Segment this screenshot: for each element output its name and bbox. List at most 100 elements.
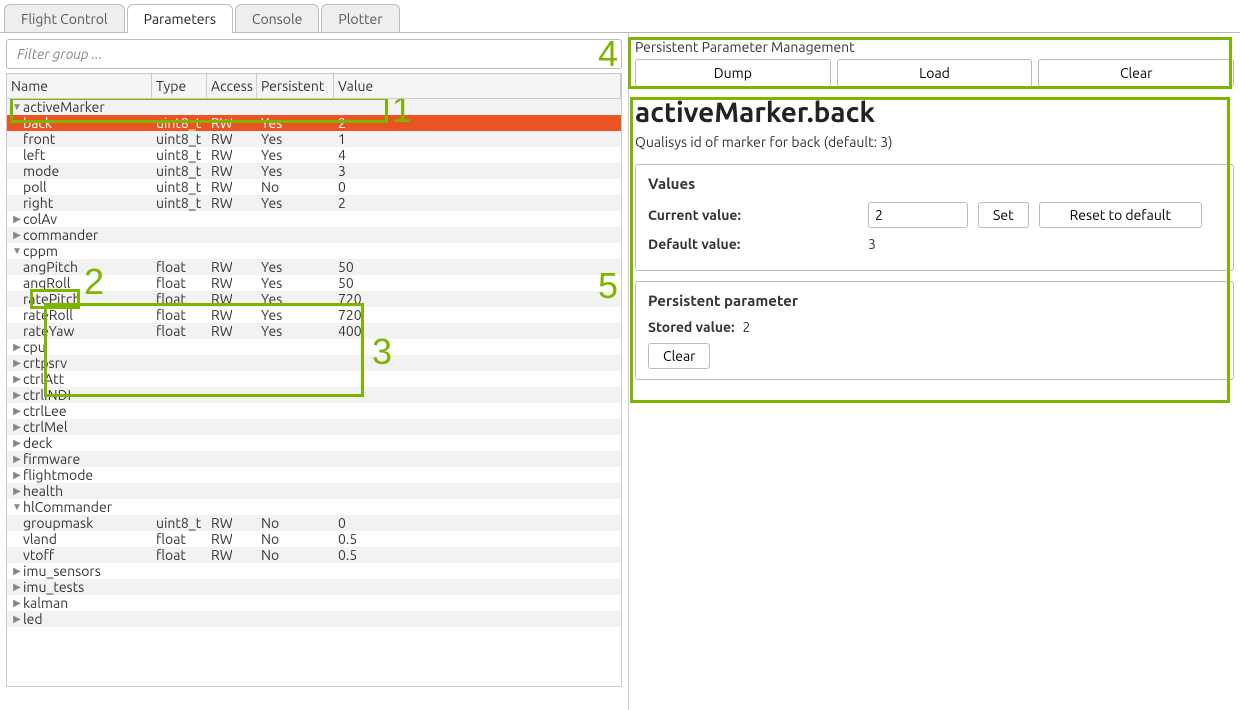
col-value[interactable]: Value bbox=[334, 74, 621, 98]
chevron-down-icon[interactable]: ▼ bbox=[11, 501, 23, 513]
chevron-right-icon[interactable]: ▶ bbox=[11, 229, 23, 241]
tree-group-row[interactable]: ▶flightmode bbox=[7, 467, 621, 483]
tree-group-row[interactable]: ▶deck bbox=[7, 435, 621, 451]
row-type: uint8_t bbox=[152, 131, 207, 147]
tree-group-row[interactable]: ▶commander bbox=[7, 227, 621, 243]
chevron-right-icon[interactable]: ▶ bbox=[11, 341, 23, 353]
row-value: 0 bbox=[334, 179, 621, 195]
row-name: kalman bbox=[23, 595, 68, 611]
tree-group-row[interactable]: ▶cpu bbox=[7, 339, 621, 355]
col-type[interactable]: Type bbox=[152, 74, 207, 98]
row-name: angRoll bbox=[23, 275, 70, 291]
row-name: colAv bbox=[23, 211, 57, 227]
tree-param-row[interactable]: vtofffloatRWNo0.5 bbox=[7, 547, 621, 563]
tab-parameters[interactable]: Parameters bbox=[127, 4, 233, 33]
col-access[interactable]: Access bbox=[207, 74, 257, 98]
tree-group-row[interactable]: ▼cppm bbox=[7, 243, 621, 259]
row-persistent: Yes bbox=[257, 307, 334, 323]
tree-group-row[interactable]: ▼hlCommander bbox=[7, 499, 621, 515]
row-type: float bbox=[152, 547, 207, 563]
chevron-right-icon[interactable]: ▶ bbox=[11, 469, 23, 481]
row-name: led bbox=[23, 611, 43, 627]
chevron-down-icon[interactable]: ▼ bbox=[11, 101, 23, 113]
tree-group-row[interactable]: ▶led bbox=[7, 611, 621, 627]
current-value-label: Current value: bbox=[648, 207, 778, 223]
tree-group-row[interactable]: ▶kalman bbox=[7, 595, 621, 611]
tree-param-row[interactable]: angPitchfloatRWYes50 bbox=[7, 259, 621, 275]
tree-group-row[interactable]: ▶ctrlINDI bbox=[7, 387, 621, 403]
row-access: RW bbox=[207, 291, 257, 307]
chevron-right-icon[interactable]: ▶ bbox=[11, 389, 23, 401]
tree-param-row[interactable]: polluint8_tRWNo0 bbox=[7, 179, 621, 195]
tree-param-row[interactable]: rateYawfloatRWYes400 bbox=[7, 323, 621, 339]
row-value: 1 bbox=[334, 131, 621, 147]
tree-param-row[interactable]: backuint8_tRWYes2 bbox=[7, 115, 621, 131]
chevron-right-icon[interactable]: ▶ bbox=[11, 373, 23, 385]
reset-button[interactable]: Reset to default bbox=[1039, 202, 1202, 228]
row-access: RW bbox=[207, 195, 257, 211]
row-access: RW bbox=[207, 115, 257, 131]
dump-button[interactable]: Dump bbox=[635, 59, 831, 87]
row-value: 0.5 bbox=[334, 547, 621, 563]
row-type: float bbox=[152, 323, 207, 339]
row-access: RW bbox=[207, 179, 257, 195]
tree-param-row[interactable]: rateRollfloatRWYes720 bbox=[7, 307, 621, 323]
chevron-right-icon[interactable]: ▶ bbox=[11, 437, 23, 449]
tree-param-row[interactable]: modeuint8_tRWYes3 bbox=[7, 163, 621, 179]
clear-stored-button[interactable]: Clear bbox=[648, 343, 710, 369]
chevron-right-icon[interactable]: ▶ bbox=[11, 565, 23, 577]
tab-console[interactable]: Console bbox=[235, 4, 319, 33]
row-type: float bbox=[152, 307, 207, 323]
tree-param-row[interactable]: vlandfloatRWNo0.5 bbox=[7, 531, 621, 547]
tree-group-row[interactable]: ▶imu_sensors bbox=[7, 563, 621, 579]
tab-plotter[interactable]: Plotter bbox=[321, 4, 399, 33]
chevron-down-icon[interactable]: ▼ bbox=[11, 245, 23, 257]
row-type: uint8_t bbox=[152, 163, 207, 179]
row-name: vtoff bbox=[23, 547, 54, 563]
row-name: deck bbox=[23, 435, 53, 451]
tree-group-row[interactable]: ▼activeMarker bbox=[7, 99, 621, 115]
tree-group-row[interactable]: ▶ctrlLee bbox=[7, 403, 621, 419]
tree-param-row[interactable]: ratePitchfloatRWYes720 bbox=[7, 291, 621, 307]
filter-input[interactable] bbox=[6, 39, 622, 69]
tree-group-row[interactable]: ▶crtpsrv bbox=[7, 355, 621, 371]
row-name: front bbox=[23, 131, 55, 147]
set-button[interactable]: Set bbox=[978, 202, 1029, 228]
load-button[interactable]: Load bbox=[837, 59, 1033, 87]
tree-param-row[interactable]: leftuint8_tRWYes4 bbox=[7, 147, 621, 163]
parameter-description: Qualisys id of marker for back (default:… bbox=[635, 134, 1234, 150]
row-persistent: Yes bbox=[257, 115, 334, 131]
chevron-right-icon[interactable]: ▶ bbox=[11, 581, 23, 593]
tree-group-row[interactable]: ▶imu_tests bbox=[7, 579, 621, 595]
tree-group-row[interactable]: ▶colAv bbox=[7, 211, 621, 227]
chevron-right-icon[interactable]: ▶ bbox=[11, 485, 23, 497]
row-name: commander bbox=[23, 227, 98, 243]
clear-all-button[interactable]: Clear bbox=[1038, 59, 1234, 87]
row-name: rateYaw bbox=[23, 323, 74, 339]
chevron-right-icon[interactable]: ▶ bbox=[11, 405, 23, 417]
tree-param-row[interactable]: angRollfloatRWYes50 bbox=[7, 275, 621, 291]
chevron-right-icon[interactable]: ▶ bbox=[11, 213, 23, 225]
chevron-right-icon[interactable]: ▶ bbox=[11, 421, 23, 433]
default-value-label: Default value: bbox=[648, 236, 778, 252]
tab-flight-control[interactable]: Flight Control bbox=[4, 4, 125, 33]
tree-group-row[interactable]: ▶firmware bbox=[7, 451, 621, 467]
tree-group-row[interactable]: ▶health bbox=[7, 483, 621, 499]
tree-group-row[interactable]: ▶ctrlMel bbox=[7, 419, 621, 435]
row-persistent: No bbox=[257, 531, 334, 547]
row-persistent: Yes bbox=[257, 323, 334, 339]
tree-group-row[interactable]: ▶ctrlAtt bbox=[7, 371, 621, 387]
col-persistent[interactable]: Persistent bbox=[257, 74, 334, 98]
current-value-input[interactable] bbox=[868, 202, 968, 228]
tree-param-row[interactable]: frontuint8_tRWYes1 bbox=[7, 131, 621, 147]
chevron-right-icon[interactable]: ▶ bbox=[11, 357, 23, 369]
chevron-right-icon[interactable]: ▶ bbox=[11, 453, 23, 465]
parameter-tree[interactable]: Name Type Access Persistent Value ▼activ… bbox=[6, 73, 622, 687]
chevron-right-icon[interactable]: ▶ bbox=[11, 613, 23, 625]
tree-param-row[interactable]: rightuint8_tRWYes2 bbox=[7, 195, 621, 211]
chevron-right-icon[interactable]: ▶ bbox=[11, 597, 23, 609]
row-access: RW bbox=[207, 147, 257, 163]
tree-param-row[interactable]: groupmaskuint8_tRWNo0 bbox=[7, 515, 621, 531]
col-name[interactable]: Name bbox=[7, 74, 152, 98]
row-persistent: No bbox=[257, 515, 334, 531]
